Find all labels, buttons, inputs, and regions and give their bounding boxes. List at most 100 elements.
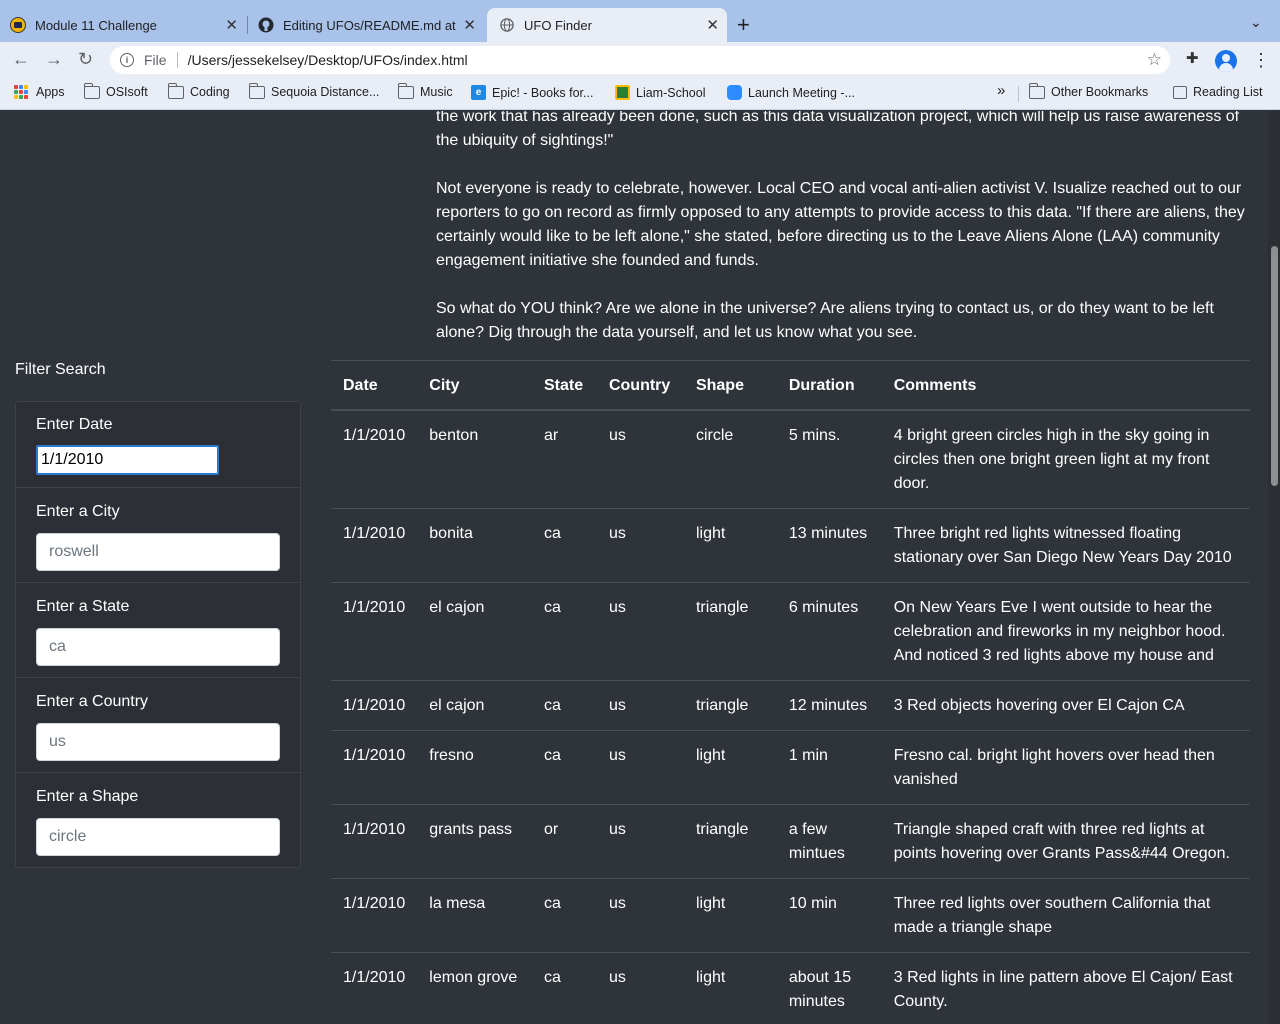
table-row: 1/1/2010 el cajon ca us triangle 12 minu… [331,680,1250,731]
cell-duration: 6 minutes [776,582,882,681]
url-text[interactable]: /Users/jessekelsey/Desktop/UFOs/index.ht… [188,52,468,68]
cell-date: 1/1/2010 [331,730,418,805]
bookmark-music[interactable]: Music [397,82,453,99]
cell-country: us [596,730,684,805]
zoom-video-icon [727,85,742,100]
ufo-table: Date City State Country Shape Duration C… [331,360,1250,1024]
header-date: Date [331,360,418,411]
extensions-puzzle-icon[interactable]: ✚ [1186,49,1199,67]
tab-ufo-finder[interactable]: UFO Finder ✕ [487,8,727,42]
filter-city: Enter a City [16,488,300,583]
tab-editing-readme[interactable]: Editing UFOs/README.md at m ✕ [258,8,484,42]
reading-list[interactable]: Reading List [1173,85,1263,99]
table-row: 1/1/2010 la mesa ca us light 10 min Thre… [331,878,1250,953]
filter-panel: Enter Date Enter a City Enter a State En… [15,401,301,868]
cell-country: us [596,878,684,953]
page-scrollbar[interactable] [1268,111,1280,1024]
new-tab-button[interactable]: + [737,12,750,38]
info-icon[interactable]: i [120,53,134,67]
cell-shape: triangle [683,804,777,879]
table-row: 1/1/2010 fresno ca us light 1 min Fresno… [331,730,1250,805]
article-paragraph: the work that has already been done, suc… [436,111,1240,149]
cell-date: 1/1/2010 [331,952,418,1024]
reload-icon[interactable]: ↻ [78,49,93,70]
cell-city: el cajon [417,582,532,681]
tab-title: Editing UFOs/README.md at m [283,17,458,33]
folder-icon [397,82,414,99]
country-input[interactable] [36,723,280,761]
scrollbar-thumb[interactable] [1271,246,1278,486]
cell-shape: light [683,878,777,953]
cell-date: 1/1/2010 [331,878,418,953]
cell-date: 1/1/2010 [331,508,418,583]
folder-icon [1028,82,1045,99]
forward-arrow-icon[interactable]: → [45,49,63,70]
globe-icon [499,17,515,33]
bookmark-launch-meeting[interactable]: Launch Meeting -... [727,85,855,100]
bookmark-label: Liam-School [636,85,706,100]
bookmark-osisoft[interactable]: OSIsoft [83,82,148,99]
cell-comments: Three bright red lights witnessed floati… [881,508,1250,583]
cell-city: fresno [417,730,532,805]
table-row: 1/1/2010 lemon grove ca us light about 1… [331,952,1250,1024]
bookmarks-overflow-icon[interactable]: » [997,82,1005,99]
cell-comments: 4 bright green circles high in the sky g… [881,410,1250,509]
state-input[interactable] [36,628,280,666]
back-arrow-icon[interactable]: ← [12,49,30,70]
address-bar[interactable]: i File /Users/jessekelsey/Desktop/UFOs/i… [110,46,1170,74]
profile-avatar[interactable] [1215,50,1237,72]
cell-duration: a few mintues [776,804,882,879]
bookmark-label: Sequoia Distance... [271,85,380,99]
page-content: the work that has already been done, suc… [0,111,1280,1024]
cell-duration: 10 min [776,878,882,953]
cell-date: 1/1/2010 [331,680,418,731]
cell-state: ca [531,508,597,583]
cell-shape: light [683,730,777,805]
bookmark-label: Launch Meeting -... [748,85,856,100]
cell-country: us [596,582,684,681]
close-tab-icon[interactable]: ✕ [706,16,719,34]
bookmark-label: Other Bookmarks [1051,85,1149,99]
cell-duration: 13 minutes [776,508,882,583]
date-input[interactable] [36,445,219,475]
cell-state: ca [531,680,597,731]
table-row: 1/1/2010 grants pass or us triangle a fe… [331,804,1250,879]
cell-country: us [596,410,684,509]
city-label: Enter a City [36,503,120,520]
tab-strip: Module 11 Challenge ✕ Editing UFOs/READM… [0,0,1280,42]
bookmarks-divider [1018,86,1019,102]
bookmark-sequoia[interactable]: Sequoia Distance... [248,82,380,99]
bookmark-coding[interactable]: Coding [167,82,230,99]
epic-logo-icon: e [471,85,486,100]
cell-country: us [596,680,684,731]
bookmark-epic[interactable]: e Epic! - Books for... [471,85,593,100]
shape-input[interactable] [36,818,280,856]
filter-search-heading: Filter Search [15,361,106,378]
cell-city: grants pass [417,804,532,879]
tab-module-11-challenge[interactable]: Module 11 Challenge ✕ [10,8,246,42]
state-label: Enter a State [36,598,130,615]
bookmark-label: Apps [36,85,65,99]
close-tab-icon[interactable]: ✕ [225,16,238,34]
bookmark-other-bookmarks[interactable]: Other Bookmarks [1028,82,1149,99]
cell-shape: triangle [683,582,777,681]
cell-city: benton [417,410,532,509]
tab-divider [247,16,248,34]
close-tab-icon[interactable]: ✕ [463,16,476,34]
cell-shape: light [683,952,777,1024]
table-header-row: Date City State Country Shape Duration C… [331,360,1250,411]
bookmark-star-icon[interactable]: ☆ [1147,50,1162,70]
bookmark-apps[interactable]: Apps [14,85,65,99]
cell-country: us [596,804,684,879]
header-comments: Comments [881,360,1250,411]
tab-title: UFO Finder [524,17,592,33]
cell-city: el cajon [417,680,532,731]
tab-search-chevron-icon[interactable]: ⌄ [1250,14,1262,31]
menu-kebab-icon[interactable]: ⋮ [1252,50,1270,71]
apps-grid-icon [14,85,28,99]
bookmark-liam-school[interactable]: Liam-School [615,85,705,100]
cell-comments: 3 Red lights in line pattern above El Ca… [881,952,1250,1024]
cell-comments: 3 Red objects hovering over El Cajon CA [881,680,1250,731]
city-input[interactable] [36,533,280,571]
folder-icon [248,82,265,99]
